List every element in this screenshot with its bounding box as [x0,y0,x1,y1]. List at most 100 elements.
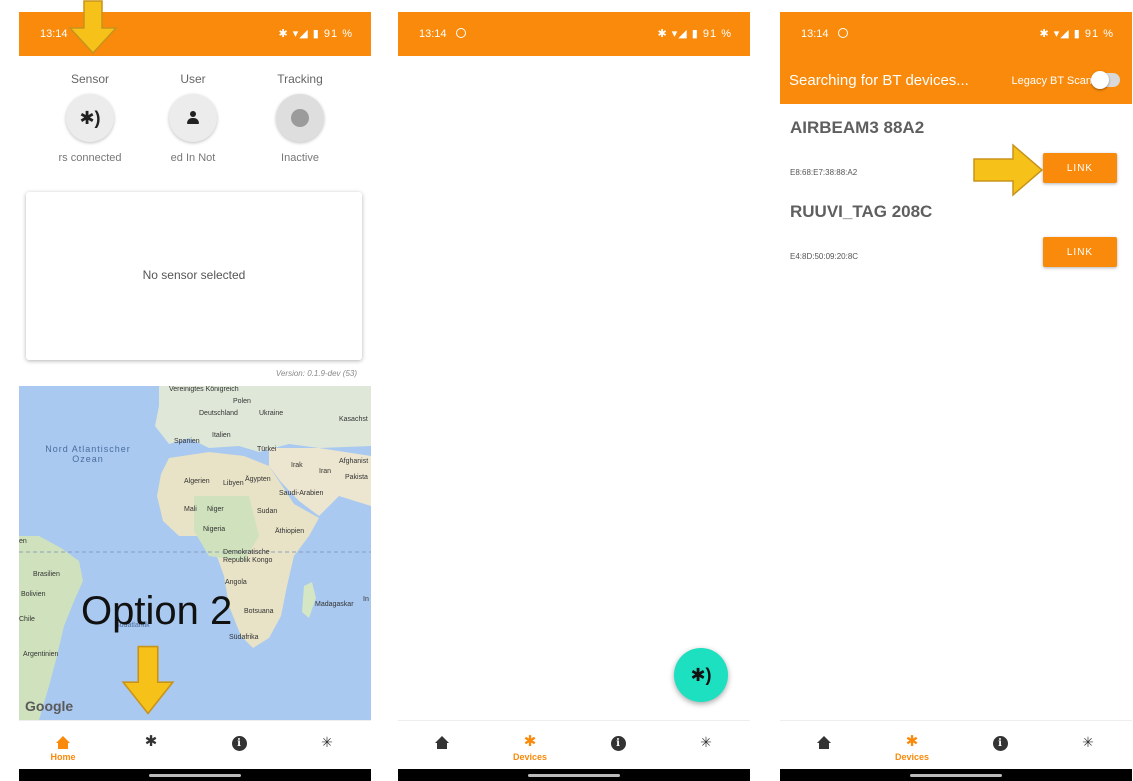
map-label: Libyen [223,480,244,487]
map-label: Angola [225,579,247,586]
link-button[interactable]: LINK [1043,153,1117,183]
app-notification-icon [838,28,848,38]
device-item: AIRBEAM3 88A2 E8:68:E7:38:88:A2 LINK [780,118,1132,198]
map-label: Madagaskar [315,601,354,608]
device-name: RUUVI_TAG 208C [790,202,933,221]
legacy-scan-toggle[interactable] [1091,71,1120,89]
nav-home[interactable] [780,721,868,770]
map-label: Äthiopien [275,528,305,535]
sensor-card: No sensor selected [26,192,362,360]
tracking-status-text: Inactive [281,152,319,164]
map-label: Brasilien [33,571,60,578]
bug-icon: ✳ [1082,734,1094,750]
user-status[interactable]: User ed In Not [143,72,243,164]
status-bar: 13:14 ✱ ▾◢ ▮ 91 % [398,12,750,56]
bottom-navigation: Home ✱ i ✳ [19,720,371,769]
map-label: Botsuana [244,608,274,615]
tracking-title: Tracking [277,72,323,86]
bug-icon: ✳ [321,734,333,750]
system-gesture-bar [780,769,1132,781]
tracking-button[interactable] [276,94,324,142]
bluetooth-icon: ✱) [690,664,712,685]
tracking-icon [291,109,309,127]
nav-info[interactable]: i [195,721,283,770]
nav-debug[interactable]: ✳ [1044,721,1132,770]
map-label: Kasachst [339,416,368,423]
world-map[interactable]: Vereinigtes Königreich Polen Deutschland… [19,386,371,720]
bluetooth-icon: ✱ [144,733,158,750]
map-label: Pakista [345,474,368,481]
nav-home[interactable]: Home [19,721,107,770]
status-bar: 13:14 ✱ ▾◢ ▮ 91 % [780,12,1132,56]
home-screen: 13:14 ✱ ▾◢ ▮ 91 % Sensor ✱) rs connected… [19,12,371,781]
status-overview: Sensor ✱) rs connected User ed In Not Tr… [19,72,371,172]
map-label: Irak [291,462,303,469]
map-label: Demokratische Republik Kongo [223,549,273,564]
scan-status-title: Searching for BT devices... [789,72,969,89]
toggle-icon [1091,71,1109,89]
nav-devices-label: Devices [512,752,548,762]
map-label: Argentinien [23,651,59,658]
user-button[interactable] [169,94,217,142]
annotation-arrow-right-icon [973,143,1043,197]
sensor-status-text: rs connected [58,152,122,164]
sensor-card-text: No sensor selected [142,268,246,282]
sensor-status[interactable]: Sensor ✱) rs connected [40,72,140,164]
person-icon [185,111,201,125]
nav-devices[interactable]: ✱ Devices [486,721,574,770]
nav-debug[interactable]: ✳ [283,721,371,770]
devices-screen-list: 13:14 ✱ ▾◢ ▮ 91 % Searching for BT devic… [780,12,1132,781]
system-gesture-bar [398,769,750,781]
map-label: Südafrika [229,634,259,641]
map-label: Chile [19,616,35,623]
map-label: Nigeria [203,526,226,533]
scan-header: Searching for BT devices... Legacy BT Sc… [780,56,1132,104]
home-icon [56,736,70,750]
user-status-text: ed In Not [170,152,216,164]
bug-icon: ✳ [700,734,712,750]
map-label: Mali [184,506,197,513]
map-land-shapes [19,386,371,720]
device-name: AIRBEAM3 88A2 [790,118,925,137]
sensor-title: Sensor [70,72,110,86]
map-label: Polen [233,398,251,405]
map-label: en [19,538,27,545]
home-icon [435,736,449,750]
nav-info[interactable]: i [574,721,662,770]
annotation-arrow-down-icon [121,645,175,715]
map-label: Iran [319,468,332,475]
tracking-status[interactable]: Tracking Inactive [250,72,350,164]
status-time: 13:14 [801,28,829,40]
user-title: User [180,72,206,86]
map-label: Bolivien [21,591,46,598]
nav-debug[interactable]: ✳ [662,721,750,770]
option-annotation: Option 2 [81,589,233,633]
bluetooth-icon: ✱ [905,733,919,750]
nav-home-label: Home [50,752,76,762]
bluetooth-scan-button[interactable]: ✱) [674,648,728,702]
nav-info[interactable]: i [956,721,1044,770]
device-mac: E8:68:E7:38:88:A2 [790,168,858,177]
nav-devices[interactable]: ✱ Devices [868,721,956,770]
system-status-icons: ✱ ▾◢ ▮ 91 % [278,28,353,40]
status-time: 13:14 [40,28,68,40]
version-text: Version: 0.1.9-dev (53) [275,369,357,378]
sensor-button[interactable]: ✱) [66,94,114,142]
nav-home[interactable] [398,721,486,770]
map-label: Saudi-Arabien [279,490,324,497]
info-icon: i [992,736,1008,751]
home-icon [817,736,831,750]
link-button[interactable]: LINK [1043,237,1117,267]
map-label: In [363,596,369,603]
map-label: Niger [207,506,224,513]
system-status-icons: ✱ ▾◢ ▮ 91 % [657,28,732,40]
nav-devices[interactable]: ✱ [107,721,195,770]
map-label: Italien [212,432,231,439]
map-label: Sudan [257,508,278,515]
status-time: 13:14 [419,28,447,40]
bluetooth-icon: ✱ [523,733,537,750]
google-logo: Google [25,698,74,714]
map-label: Vereinigtes Königreich [169,386,239,393]
map-label: Algerien [184,478,210,485]
system-status-icons: ✱ ▾◢ ▮ 91 % [1039,28,1114,40]
